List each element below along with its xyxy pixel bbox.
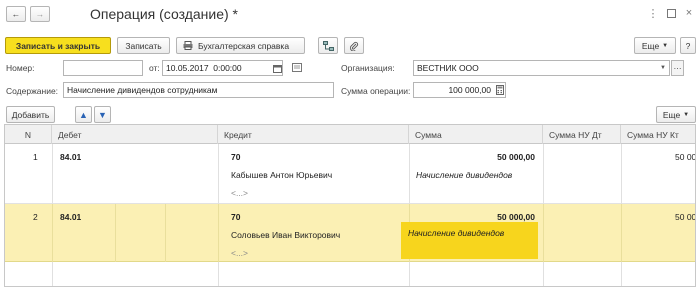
- amount-label: Сумма операции:: [341, 86, 411, 96]
- chevron-down-icon: ▼: [662, 42, 669, 49]
- menu-dots-icon[interactable]: ⋮: [646, 6, 660, 20]
- credit-subconto-2[interactable]: <...>: [231, 188, 248, 198]
- date-from-label: от:: [149, 63, 160, 73]
- structure-button[interactable]: [318, 37, 338, 54]
- save-button[interactable]: Записать: [117, 37, 170, 54]
- column-header-nu-kt[interactable]: Сумма НУ Кт: [621, 125, 695, 144]
- nu-kt-value[interactable]: 50 000: [621, 212, 695, 222]
- dropdown-arrow-icon[interactable]: ▼: [657, 61, 669, 75]
- row-number: 2: [33, 212, 38, 222]
- close-icon[interactable]: ×: [682, 6, 696, 20]
- arrow-up-icon: ▲: [79, 109, 88, 120]
- table-header: N Дебет Кредит Сумма Сумма НУ Дт Сумма Н…: [5, 125, 695, 144]
- chevron-down-icon: ▼: [683, 111, 690, 118]
- column-header-amount[interactable]: Сумма: [409, 125, 543, 144]
- calendar-icon[interactable]: [272, 62, 283, 74]
- column-header-credit[interactable]: Кредит: [218, 125, 409, 144]
- column-header-n[interactable]: N: [5, 125, 52, 144]
- help-icon: ?: [685, 40, 691, 51]
- back-button[interactable]: ←: [6, 6, 26, 22]
- attach-button[interactable]: [344, 37, 364, 54]
- column-header-debit[interactable]: Дебет: [52, 125, 218, 144]
- printer-icon: [183, 41, 193, 50]
- calculator-icon[interactable]: [494, 84, 505, 96]
- post-and-close-button[interactable]: Записать и закрыть: [5, 37, 111, 54]
- table-row[interactable]: 1 84.01 70 Кабышев Антон Юрьевич <...> 5…: [5, 144, 695, 204]
- date-field[interactable]: 10.05.2017 0:00:00: [162, 60, 283, 76]
- amount-field[interactable]: 100 000,00: [413, 82, 506, 98]
- amount-value: 100 000,00: [448, 85, 491, 95]
- amount-value[interactable]: 50 000,00: [409, 212, 535, 222]
- more-label: Еще: [641, 40, 660, 51]
- table-empty-area: [5, 262, 695, 286]
- row-number: 1: [33, 152, 38, 162]
- organization-value: ВЕСТНИК ООО: [417, 63, 479, 73]
- accounting-report-label: Бухгалтерская справка: [198, 40, 290, 51]
- page-title: Операция (создание) *: [90, 6, 238, 22]
- entries-table[interactable]: N Дебет Кредит Сумма Сумма НУ Дт Сумма Н…: [4, 124, 696, 287]
- nu-kt-value[interactable]: 50 000: [621, 152, 695, 162]
- comment-icon[interactable]: [291, 61, 303, 74]
- maximize-icon[interactable]: [664, 6, 678, 20]
- organization-field[interactable]: ВЕСТНИК ООО: [413, 60, 670, 76]
- amount-value[interactable]: 50 000,00: [409, 152, 535, 162]
- organization-label: Организация:: [341, 63, 395, 73]
- add-row-button[interactable]: Добавить: [6, 106, 55, 123]
- open-organization-button[interactable]: ⋯: [671, 60, 684, 76]
- arrow-down-icon: ▼: [98, 109, 107, 120]
- credit-account[interactable]: 70: [231, 212, 240, 222]
- credit-subconto-1[interactable]: Кабышев Антон Юрьевич: [231, 170, 332, 180]
- hierarchy-icon: [322, 40, 334, 51]
- debit-account[interactable]: 84.01: [60, 212, 81, 222]
- table-row-selected[interactable]: 2 84.01 70 Соловьев Иван Викторович <...…: [5, 204, 695, 262]
- move-down-button[interactable]: ▼: [94, 106, 111, 123]
- paperclip-icon: [349, 41, 359, 51]
- entry-content[interactable]: Начисление дивидендов: [416, 170, 512, 180]
- credit-account[interactable]: 70: [231, 152, 240, 162]
- debit-account[interactable]: 84.01: [60, 152, 81, 162]
- arrow-right-icon: →: [35, 9, 45, 19]
- move-up-button[interactable]: ▲: [75, 106, 92, 123]
- help-button[interactable]: ?: [680, 37, 696, 54]
- table-more-button[interactable]: Еще ▼: [656, 106, 696, 123]
- date-value: 10.05.2017 0:00:00: [166, 63, 242, 73]
- arrow-left-icon: ←: [11, 9, 21, 19]
- credit-subconto-1[interactable]: Соловьев Иван Викторович: [231, 230, 340, 240]
- table-more-label: Еще: [662, 109, 681, 120]
- more-button[interactable]: Еще ▼: [634, 37, 676, 54]
- content-label: Содержание:: [6, 86, 59, 96]
- entry-content[interactable]: Начисление дивидендов: [408, 228, 504, 238]
- column-header-nu-dt[interactable]: Сумма НУ Дт: [543, 125, 621, 144]
- content-field[interactable]: Начисление дивидендов сотрудникам: [63, 82, 334, 98]
- number-field[interactable]: [63, 60, 143, 76]
- number-label: Номер:: [6, 63, 35, 73]
- credit-subconto-2[interactable]: <...>: [231, 248, 248, 258]
- forward-button[interactable]: →: [30, 6, 50, 22]
- accounting-report-button[interactable]: Бухгалтерская справка: [176, 37, 305, 54]
